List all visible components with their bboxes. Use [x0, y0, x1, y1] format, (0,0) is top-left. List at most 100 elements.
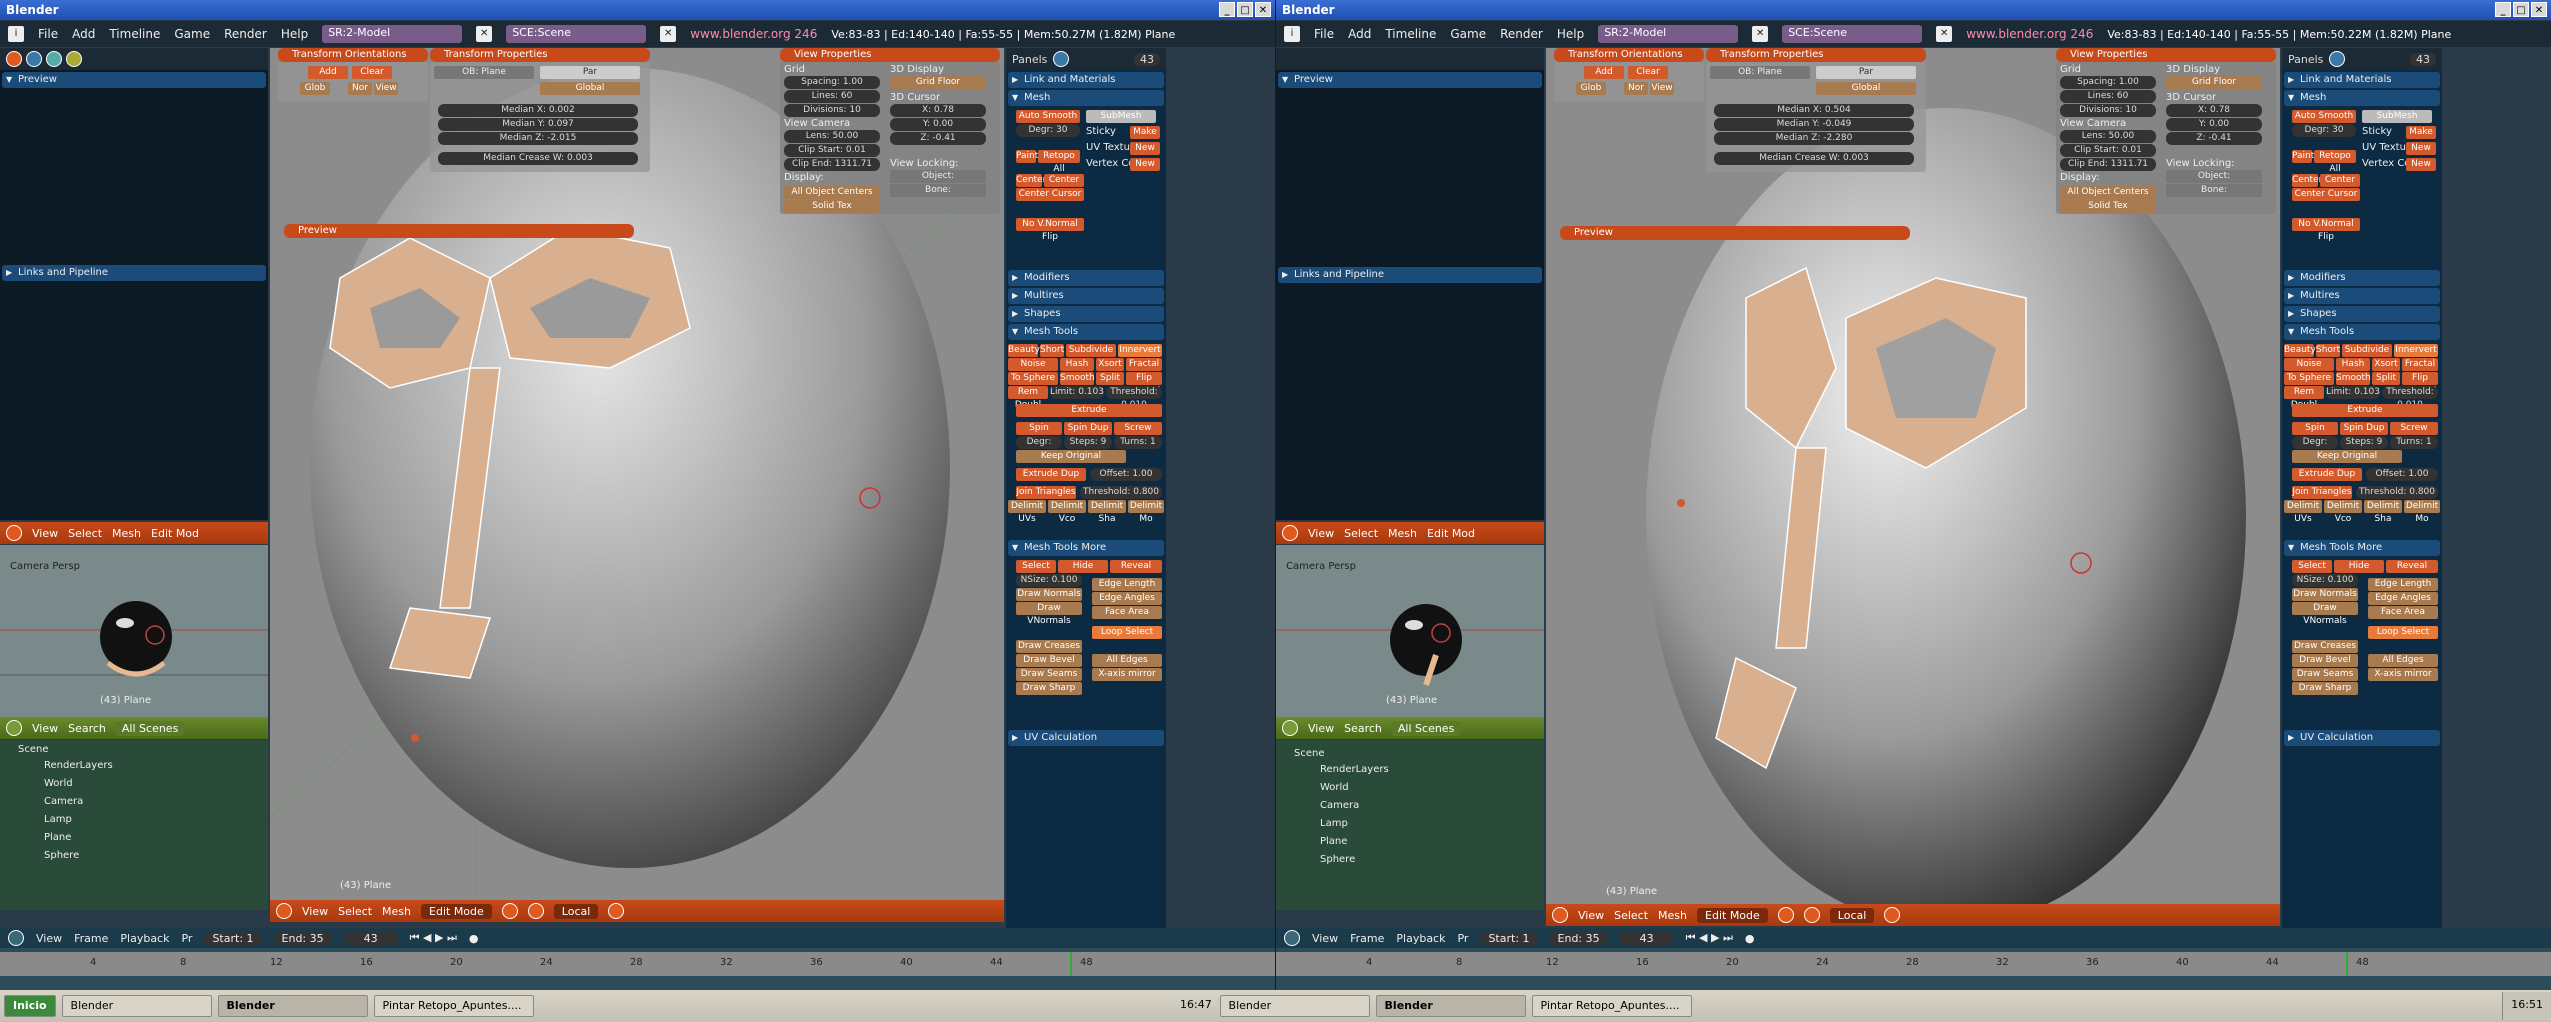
degr-field[interactable]: Degr: 30 — [1016, 124, 1080, 137]
end-field[interactable]: End: 35 — [273, 931, 332, 945]
panels-menu[interactable]: Panels — [2288, 53, 2323, 66]
paint-button[interactable]: Paint — [2292, 150, 2314, 163]
rem-doubl-button[interactable]: Rem Doubl — [2284, 386, 2324, 410]
ob-field[interactable]: OB: Plane — [434, 66, 534, 79]
global-button[interactable]: Global — [540, 82, 640, 95]
divisions-field[interactable]: Divisions: 10 — [2060, 104, 2156, 117]
draw-normals-button[interactable]: Draw Normals — [1016, 588, 1082, 601]
cursor-y-field[interactable]: Y: 0.00 — [2166, 118, 2262, 131]
auto-smooth-button[interactable]: Auto Smooth — [2292, 110, 2356, 123]
screw-button[interactable]: Screw — [2390, 422, 2438, 435]
delimit-mo-button[interactable]: Delimit Mo — [1128, 500, 1164, 524]
draw-bevel-button[interactable]: Draw Bevel Weights — [2292, 654, 2358, 678]
to-sphere-button[interactable]: To Sphere — [2284, 372, 2334, 385]
edge-angles-button[interactable]: Edge Angles — [1092, 592, 1162, 605]
mesh-header[interactable]: Mesh — [1008, 90, 1164, 106]
editor-type-icon[interactable] — [1282, 525, 1298, 541]
main-3d-viewport[interactable]: (43) Plane Preview Transform Orientation… — [270, 48, 1004, 900]
median-crease-field[interactable]: Median Crease W: 0.003 — [1714, 152, 1914, 165]
view-button[interactable]: View — [374, 82, 398, 95]
manipulator-icon[interactable] — [527, 903, 544, 919]
extrude-dup-button[interactable]: Extrude Dup — [1016, 468, 1086, 481]
menu-render[interactable]: Render — [224, 27, 267, 41]
select-menu[interactable]: Select — [1344, 527, 1378, 540]
hash-button[interactable]: Hash — [1060, 358, 1094, 371]
shapes-header[interactable]: Shapes — [2284, 306, 2440, 322]
menu-timeline[interactable]: Timeline — [109, 27, 160, 41]
reveal-button[interactable]: Reveal — [1110, 560, 1162, 573]
select-swap-button[interactable]: Select Swap — [1016, 560, 1056, 584]
split-button[interactable]: Split — [1096, 372, 1124, 385]
steps-field[interactable]: Steps: 9 — [2340, 436, 2388, 449]
menu-timeline[interactable]: Timeline — [1385, 27, 1436, 41]
offset-field[interactable]: Offset: 1.00 — [2366, 468, 2438, 481]
mesh-tools-header[interactable]: Mesh Tools — [2284, 324, 2440, 340]
glob-button[interactable]: Glob — [300, 82, 330, 95]
xsort-button[interactable]: Xsort — [1096, 358, 1124, 371]
spin-dup-button[interactable]: Spin Dup — [2340, 422, 2388, 435]
center-cursor-button[interactable]: Center Cursor — [1016, 188, 1084, 201]
scenes-select[interactable]: All Scenes — [115, 720, 185, 736]
median-crease-field[interactable]: Median Crease W: 0.003 — [438, 152, 638, 165]
turns-field[interactable]: Turns: 1 — [2390, 436, 2438, 449]
view-properties-tab[interactable]: View Properties — [780, 48, 1000, 62]
cursor-y-field[interactable]: Y: 0.00 — [890, 118, 986, 131]
uv-calculation-header[interactable]: UV Calculation — [2284, 730, 2440, 746]
lens-field[interactable]: Lens: 50.00 — [2060, 130, 2156, 143]
minimize-button[interactable]: _ — [1219, 2, 1235, 17]
xaxis-mirror-button[interactable]: X-axis mirror — [2368, 668, 2438, 681]
make-sticky-button[interactable]: Make — [2406, 126, 2436, 139]
nsize-field[interactable]: NSize: 0.100 — [1016, 574, 1082, 587]
delete-scene-icon[interactable]: ✕ — [1936, 26, 1953, 42]
menu-add[interactable]: Add — [1348, 27, 1371, 41]
clip-start-field[interactable]: Clip Start: 0.01 — [2060, 144, 2156, 157]
info-icon[interactable]: i — [8, 26, 24, 42]
editor-type-icon[interactable] — [1552, 907, 1568, 923]
glob-button[interactable]: Glob — [1576, 82, 1606, 95]
spin-button[interactable]: Spin — [1016, 422, 1062, 435]
tree-world[interactable]: World — [44, 778, 73, 789]
edit-panels-icon[interactable] — [1053, 51, 1070, 67]
smooth-button[interactable]: Smooth — [1060, 372, 1095, 385]
loop-select-button[interactable]: Loop Select — [1092, 626, 1162, 639]
transform-orientations-tab[interactable]: Transform Orientations — [1554, 48, 1704, 62]
tree-world[interactable]: World — [1320, 782, 1349, 793]
noise-button[interactable]: Noise — [1008, 358, 1058, 371]
center-cursor-button[interactable]: Center Cursor — [2292, 188, 2360, 201]
cursor-z-field[interactable]: Z: -0.41 — [2166, 132, 2262, 145]
flip-normal-button[interactable]: Flip Normal — [2402, 372, 2438, 396]
tree-camera[interactable]: Camera — [44, 796, 83, 807]
median-y-field[interactable]: Median Y: -0.049 — [1714, 118, 1914, 131]
menu-file[interactable]: File — [38, 27, 58, 41]
start-button[interactable]: Inicio — [4, 995, 56, 1017]
tree-scene[interactable]: Scene — [1294, 748, 1325, 759]
short-button[interactable]: Short — [1040, 344, 1064, 357]
task-blender-2[interactable]: Blender — [217, 995, 368, 1017]
screen-field[interactable]: SR:2-Model — [1598, 25, 1739, 43]
paint-button[interactable]: Paint — [1016, 150, 1038, 163]
timeline-view-menu[interactable]: View — [36, 932, 62, 945]
keep-original-button[interactable]: Keep Original — [2292, 450, 2402, 463]
panels-menu[interactable]: Panels — [1012, 53, 1047, 66]
delimit-vco-button[interactable]: Delimit Vco — [2324, 500, 2362, 524]
close-button[interactable]: ✕ — [2531, 2, 2547, 17]
outliner-search-menu[interactable]: Search — [1344, 722, 1382, 735]
tree-renderlayers[interactable]: RenderLayers — [1320, 764, 1389, 775]
limit-field[interactable]: Limit: 0.103 — [2326, 386, 2380, 399]
links-pipeline-header[interactable]: Links and Pipeline — [2, 265, 266, 281]
global-button[interactable]: Global — [1816, 82, 1916, 95]
to-sphere-button[interactable]: To Sphere — [1008, 372, 1058, 385]
delimit-sha-button[interactable]: Delimit Sha — [1088, 500, 1126, 524]
task-blender-3[interactable]: Blender — [1219, 995, 1370, 1017]
new-vcol-button[interactable]: New — [1130, 158, 1160, 171]
editor-type-icon[interactable] — [6, 525, 22, 541]
clear-button[interactable]: Clear — [352, 66, 392, 79]
par-field[interactable]: Par — [540, 66, 640, 79]
website-link[interactable]: www.blender.org 246 — [1966, 27, 2093, 41]
cursor-x-field[interactable]: X: 0.78 — [2166, 104, 2262, 117]
start-field[interactable]: Start: 1 — [204, 931, 262, 945]
solid-tex-button[interactable]: Solid Tex — [2060, 200, 2156, 213]
bone-field[interactable]: Bone: — [890, 184, 986, 197]
degr-field[interactable]: Degr: 30 — [2292, 124, 2356, 137]
split-button[interactable]: Split — [2372, 372, 2400, 385]
